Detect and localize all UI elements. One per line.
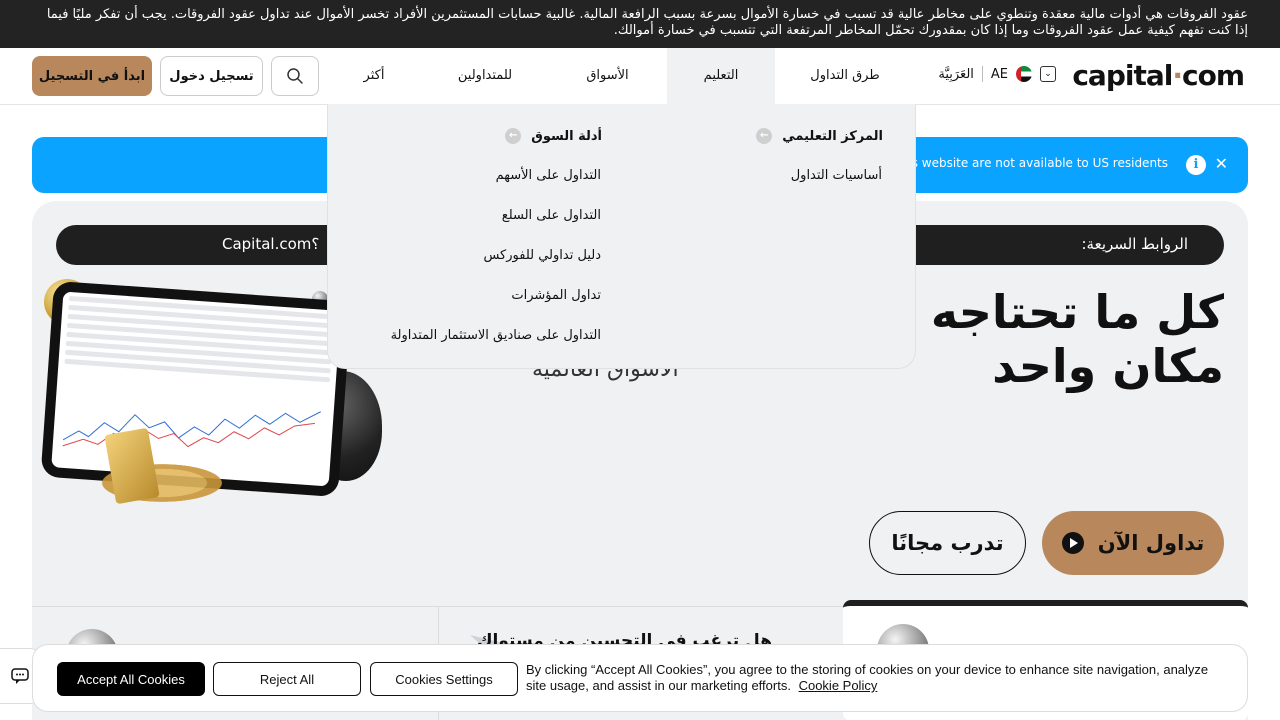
cookie-policy-link[interactable]: Cookie Policy xyxy=(799,678,878,693)
tablet-screen xyxy=(51,291,341,487)
close-icon[interactable]: ✕ xyxy=(1215,154,1228,174)
dropdown-link-trading-basics[interactable]: أساسيات التداول xyxy=(791,168,882,183)
practice-free-button[interactable]: تدرب مجانًا xyxy=(869,511,1026,575)
nav-more[interactable]: أكثر xyxy=(340,48,408,104)
dropdown-link-indices[interactable]: تداول المؤشرات xyxy=(511,288,601,303)
arrow-left-icon: ← xyxy=(756,128,773,144)
site-header: capital·com العَرَبِيَّة AE ⌄ طرق التداو… xyxy=(0,48,1280,105)
cookies-settings-button[interactable]: Cookies Settings xyxy=(370,662,518,696)
notice-text: s website are not available to US reside… xyxy=(911,156,1168,170)
education-center-title: المركز التعليمي xyxy=(782,128,883,144)
nav-ways-to-trade[interactable]: طرق التداول xyxy=(775,48,915,104)
play-icon xyxy=(1061,532,1084,554)
chevron-down-icon[interactable]: ⌄ xyxy=(1040,66,1056,82)
logo-text-main: capital xyxy=(1072,59,1173,92)
dropdown-link-forex-guide[interactable]: دليل تداولي للفوركس xyxy=(483,248,601,263)
market-guides-heading[interactable]: أدلة السوق ← xyxy=(505,128,602,144)
education-dropdown-menu: المركز التعليمي ← أساسيات التداول أدلة ا… xyxy=(327,104,916,369)
uae-flag-icon xyxy=(1016,66,1032,82)
language-label: العَرَبِيَّة xyxy=(938,66,974,82)
hero-title-line2: مكان واحد xyxy=(992,339,1224,393)
chat-icon xyxy=(10,668,29,684)
language-separator xyxy=(981,66,983,82)
capital-com-logo[interactable]: capital·com xyxy=(1072,58,1245,94)
hero-title-line1: كل ما تحتاجه مو xyxy=(924,285,1224,339)
search-icon xyxy=(287,68,303,84)
cookie-text: By clicking “Accept All Cookies”, you ag… xyxy=(526,662,1226,694)
dropdown-link-shares[interactable]: التداول على الأسهم xyxy=(496,168,601,183)
hero-title: كل ما تحتاجه مو مكان واحد xyxy=(924,285,1224,393)
nav-for-traders[interactable]: للمتداولين xyxy=(430,48,540,104)
trade-now-label: تداول الآن xyxy=(1097,531,1205,555)
quick-links-label: الروابط السريعة: xyxy=(1081,235,1188,253)
nav-markets[interactable]: الأسواق xyxy=(555,48,660,104)
risk-warning-banner: عقود الفروقات هي أدوات مالية معقدة وتنطو… xyxy=(0,0,1280,48)
arrow-left-icon: ← xyxy=(505,128,522,144)
risk-warning-text: عقود الفروقات هي أدوات مالية معقدة وتنطو… xyxy=(46,7,1248,38)
dropdown-link-commodities[interactable]: التداول على السلع xyxy=(502,208,601,223)
accept-all-cookies-button[interactable]: Accept All Cookies xyxy=(57,662,205,696)
login-button[interactable]: تسجيل دخول xyxy=(160,56,263,96)
info-icon: i xyxy=(1186,155,1206,175)
search-button[interactable] xyxy=(271,56,319,96)
dropdown-link-etfs[interactable]: التداول على صناديق الاستثمار المتداولة xyxy=(391,328,601,343)
market-guides-title: أدلة السوق xyxy=(531,128,602,144)
language-selector[interactable]: العَرَبِيَّة AE ⌄ xyxy=(938,66,1056,82)
region-code: AE xyxy=(990,66,1008,82)
cookie-consent-bar: Accept All Cookies Reject All Cookies Se… xyxy=(32,644,1248,712)
nav-education[interactable]: التعليم xyxy=(667,48,775,104)
quick-link-capital[interactable]: Capital.com؟ xyxy=(222,235,319,253)
signup-button[interactable]: ابدأ في التسجيل xyxy=(32,56,152,96)
reject-all-button[interactable]: Reject All xyxy=(213,662,361,696)
logo-text-end: com xyxy=(1181,59,1245,92)
trade-now-button[interactable]: تداول الآن xyxy=(1042,511,1224,575)
logo-dot: · xyxy=(1172,59,1183,92)
education-center-heading[interactable]: المركز التعليمي ← xyxy=(756,128,883,144)
